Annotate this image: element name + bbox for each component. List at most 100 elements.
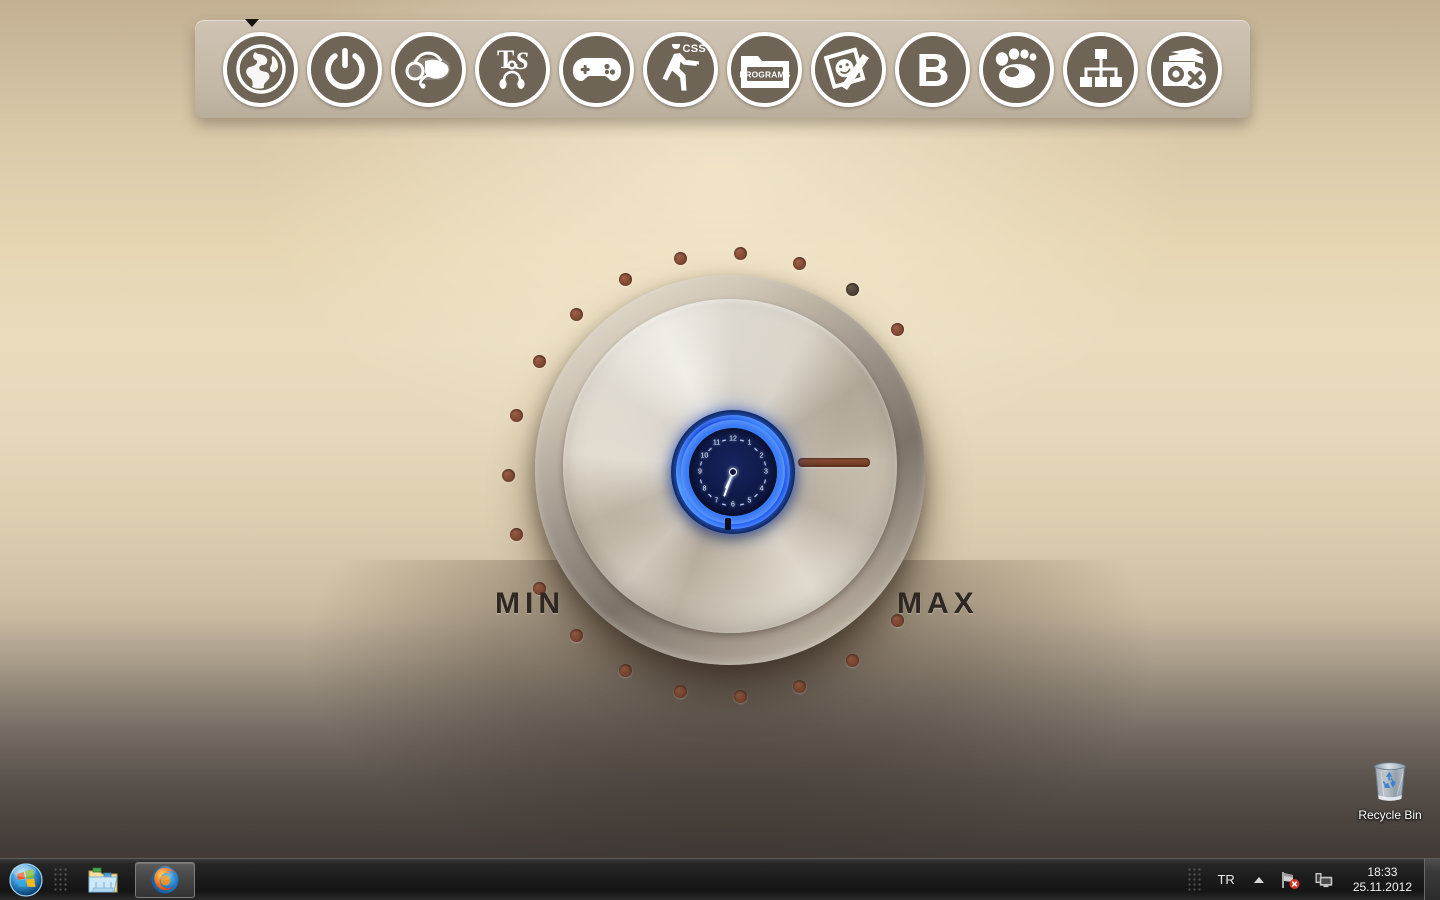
- clock-numeral: 1: [747, 439, 752, 447]
- tray-separator: [1187, 866, 1202, 893]
- gamepad-icon: [559, 31, 634, 107]
- dock-item-shutdown[interactable]: [303, 29, 387, 109]
- clock-tick-dash: [700, 461, 703, 467]
- dock-indicator-arrow: [245, 19, 259, 27]
- recycle-bin-label: Recycle Bin: [1358, 808, 1422, 822]
- clock-tick-dash: [763, 478, 766, 484]
- counter-strike-icon: CSS: [643, 31, 718, 107]
- clock-tick-dash: [739, 439, 744, 442]
- svg-text:B: B: [916, 44, 949, 94]
- dock-item-programs[interactable]: PROGRAMS: [723, 29, 807, 109]
- display-icon: [1315, 872, 1333, 887]
- windows-start-orb-icon: [9, 862, 43, 897]
- tray-display-icon[interactable]: [1307, 870, 1341, 890]
- dock-panel[interactable]: T S CSS PROGRAMS B: [195, 20, 1250, 118]
- folder-icon: PROGRAMS: [727, 31, 802, 107]
- dock-item-teamspeak[interactable]: T S: [471, 29, 555, 109]
- clock-tick-dash: [707, 447, 712, 451]
- clock-face: 12 1 2 3 4 5 6 7 8 9 10 11: [689, 428, 777, 516]
- clock-numeral: 8: [702, 485, 707, 492]
- knob-scale-dot: [891, 322, 905, 336]
- dock-item-internet[interactable]: [219, 29, 303, 109]
- start-button[interactable]: [2, 860, 50, 900]
- recycle-bin-icon: [1374, 762, 1406, 801]
- svg-text:PROGRAMS: PROGRAMS: [739, 70, 790, 80]
- clock-numeral: 7: [714, 497, 719, 505]
- knob-scale-dot: [846, 653, 860, 667]
- headset-icon: [391, 31, 466, 107]
- tray-network-status-icon[interactable]: [1273, 870, 1307, 890]
- knob-scale-dot: [509, 527, 523, 541]
- network-icon: [1063, 31, 1138, 107]
- knob-scale-dot: [501, 468, 515, 482]
- tray-language-indicator[interactable]: TR: [1207, 872, 1244, 887]
- tray-date: 25.11.2012: [1352, 879, 1412, 894]
- dock-item-paint[interactable]: [807, 29, 891, 109]
- clock-tick-dash: [739, 503, 744, 506]
- firefox-icon: [151, 865, 179, 893]
- chevron-up-icon: [1253, 876, 1264, 883]
- clock-numeral: 4: [759, 485, 764, 492]
- clock-tick-dash: [754, 494, 759, 498]
- camera-delete-icon: [1147, 31, 1222, 107]
- teamspeak-icon: T S: [475, 31, 550, 107]
- knob-scale-dot: [792, 679, 806, 693]
- clock-numeral: 9: [698, 468, 702, 476]
- folder-icon: [88, 867, 118, 892]
- taskbar: TR 18:33 25.11.2012: [0, 858, 1440, 900]
- dock-item-b[interactable]: B: [891, 29, 975, 109]
- neon-clock-gadget[interactable]: 12 1 2 3 4 5 6 7 8 9 10 11: [671, 410, 795, 534]
- explorer-taskbar-button[interactable]: [73, 862, 133, 898]
- globe-icon: [223, 31, 298, 107]
- knob-min-label: MIN: [495, 587, 565, 620]
- clock-numeral: 12: [729, 435, 737, 443]
- letter-b-icon: B: [895, 31, 970, 107]
- clock-numeral: 10: [700, 452, 709, 459]
- paint-icon: [811, 31, 886, 107]
- dock-item-badge: CSS: [682, 42, 706, 55]
- knob-scale-dot: [792, 257, 806, 271]
- system-tray: TR 18:33 25.11.2012: [1187, 858, 1440, 900]
- knob-max-label: MAX: [897, 587, 979, 620]
- desktop-icon-recycle-bin[interactable]: Recycle Bin: [1342, 757, 1438, 835]
- dock-item-css[interactable]: CSS: [639, 29, 723, 109]
- knob-scale-dot: [570, 629, 584, 643]
- knob-scale-dot: [674, 251, 688, 265]
- clock-numeral: 6: [731, 501, 735, 509]
- clock-tick-dash: [707, 494, 712, 498]
- knob-scale-dot: [733, 690, 747, 704]
- paw-icon: [979, 31, 1054, 107]
- clock-tick-dash: [763, 461, 766, 467]
- firefox-taskbar-button[interactable]: [135, 861, 195, 898]
- tray-time: 18:33: [1367, 864, 1398, 879]
- clock-center-hub: [729, 468, 737, 476]
- network-error-icon: [1282, 871, 1300, 889]
- clock-tick-dash: [722, 439, 727, 442]
- dock-container: T S CSS PROGRAMS B: [195, 19, 1250, 118]
- knob-scale-dot: [733, 246, 747, 260]
- dock-item-remove-camera[interactable]: [1143, 29, 1227, 109]
- clock-tick-dash: [754, 447, 759, 451]
- knob-scale-dot: [570, 307, 584, 321]
- knob-position-indicator: [798, 458, 870, 467]
- clock-numeral: 3: [764, 468, 768, 476]
- clock-tick-dash: [722, 503, 727, 506]
- dock-item-baidu[interactable]: [975, 29, 1059, 109]
- dock-item-games[interactable]: [555, 29, 639, 109]
- taskbar-separator: [53, 866, 69, 893]
- dock-item-network[interactable]: [1059, 29, 1143, 109]
- clock-numeral: 2: [759, 452, 764, 459]
- svg-text:S: S: [515, 48, 529, 75]
- dock-item-voice-chat[interactable]: [387, 29, 471, 109]
- knob-scale-dot: [509, 409, 523, 423]
- knob-scale-dot: [846, 283, 860, 297]
- tray-show-hidden-icons-button[interactable]: [1245, 874, 1273, 886]
- tray-clock[interactable]: 18:33 25.11.2012: [1341, 865, 1424, 895]
- knob-scale-dot: [532, 354, 546, 368]
- knob-scale-dot: [618, 664, 632, 678]
- power-icon: [307, 31, 382, 107]
- svg-text:T: T: [497, 45, 514, 74]
- clock-numeral: 11: [712, 439, 721, 447]
- clock-bottom-notch: [725, 518, 731, 530]
- show-desktop-button[interactable]: [1424, 858, 1440, 900]
